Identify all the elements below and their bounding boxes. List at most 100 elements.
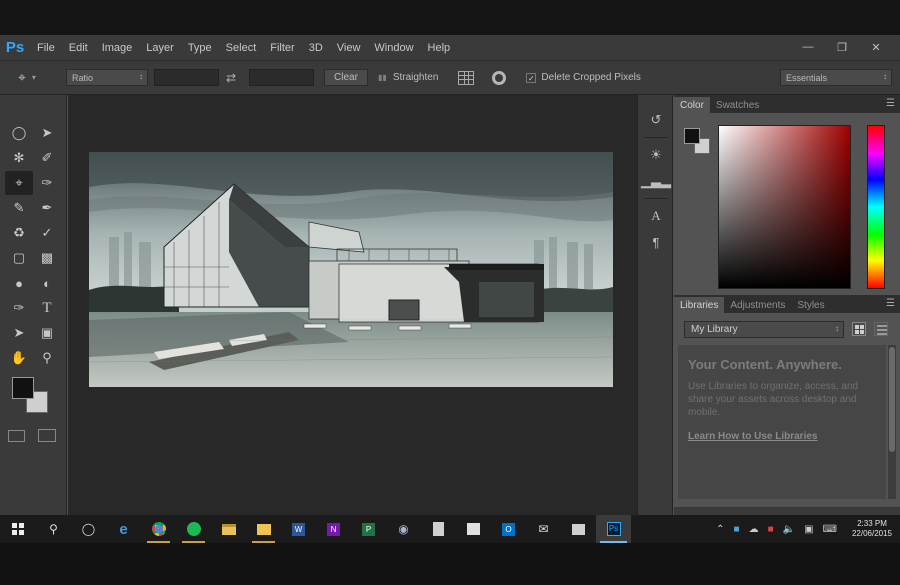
scroll-thumb[interactable] bbox=[889, 347, 895, 452]
height-field[interactable] bbox=[249, 69, 314, 86]
crop-tool-preset[interactable]: ⌖ ▾ bbox=[18, 68, 60, 88]
gear-icon[interactable] bbox=[492, 70, 507, 85]
menu-help[interactable]: Help bbox=[421, 42, 458, 54]
menu-file[interactable]: File bbox=[30, 42, 62, 54]
mail-icon[interactable]: ✉ bbox=[526, 515, 561, 543]
word-icon[interactable]: W bbox=[281, 515, 316, 543]
move-icon[interactable]: ➤ bbox=[33, 121, 61, 145]
document-canvas-area[interactable] bbox=[68, 95, 637, 515]
crop-icon[interactable]: ⌖ bbox=[5, 171, 33, 195]
app-tray-icon[interactable]: ■ bbox=[768, 524, 774, 535]
overlay-grid-icon[interactable] bbox=[458, 70, 475, 85]
menu-3d[interactable]: 3D bbox=[302, 42, 330, 54]
clock[interactable]: 2:33 PM 22/06/2015 bbox=[852, 519, 892, 539]
hand-icon[interactable]: ✋ bbox=[5, 346, 33, 370]
menu-window[interactable]: Window bbox=[367, 42, 420, 54]
edge-icon[interactable]: e bbox=[106, 515, 141, 543]
architectural-rendering-image[interactable] bbox=[89, 152, 613, 387]
delete-cropped-checkbox[interactable]: ✓ bbox=[526, 72, 537, 83]
minimize-icon[interactable]: — bbox=[794, 38, 822, 56]
tab-styles[interactable]: Styles bbox=[791, 297, 830, 313]
keyboard-icon[interactable]: ⌨ bbox=[823, 524, 837, 535]
character-icon[interactable]: A bbox=[638, 203, 674, 229]
menu-view[interactable]: View bbox=[330, 42, 368, 54]
swap-icon[interactable]: ⇄ bbox=[219, 71, 243, 85]
clone-stamp-icon[interactable]: ♻ bbox=[5, 221, 33, 245]
history-brush-icon[interactable]: ✓ bbox=[33, 221, 61, 245]
menu-edit[interactable]: Edit bbox=[62, 42, 95, 54]
app-icon[interactable] bbox=[561, 515, 596, 543]
dodge-icon[interactable]: ◐ bbox=[33, 271, 61, 295]
quick-selection-icon[interactable]: ✐ bbox=[33, 146, 61, 170]
spotify-icon[interactable] bbox=[176, 515, 211, 543]
marquee-icon[interactable]: ◯ bbox=[5, 121, 33, 145]
tab-libraries[interactable]: Libraries bbox=[674, 297, 725, 313]
histogram-icon[interactable]: ▁▃▂ bbox=[638, 168, 674, 194]
clock-date: 22/06/2015 bbox=[851, 529, 892, 538]
onenote-icon[interactable]: N bbox=[316, 515, 351, 543]
foreground-color-swatch[interactable] bbox=[12, 377, 34, 399]
grid-view-icon[interactable] bbox=[852, 322, 866, 336]
path-selection-icon[interactable]: ➤ bbox=[5, 321, 33, 345]
panel-menu-icon[interactable]: ☰ bbox=[886, 298, 895, 309]
lasso-icon[interactable]: ✻ bbox=[5, 146, 33, 170]
history-icon[interactable]: ↺ bbox=[638, 107, 674, 133]
straighten-label[interactable]: Straighten bbox=[393, 72, 439, 83]
dropbox-icon[interactable]: ■ bbox=[734, 524, 740, 535]
rectangle-shape-icon[interactable]: ▣ bbox=[33, 321, 61, 345]
file-explorer-icon[interactable] bbox=[211, 515, 246, 543]
eyedropper-icon[interactable]: ✑ bbox=[33, 171, 61, 195]
type-icon[interactable]: T bbox=[33, 296, 61, 320]
ratio-select[interactable]: Ratio ↕ bbox=[66, 69, 148, 86]
menu-filter[interactable]: Filter bbox=[263, 42, 301, 54]
pen-icon[interactable]: ✑ bbox=[5, 296, 33, 320]
store-icon[interactable] bbox=[456, 515, 491, 543]
panel-menu-icon[interactable]: ☰ bbox=[886, 98, 895, 109]
screen-mode-icon[interactable] bbox=[38, 429, 56, 442]
tab-adjustments[interactable]: Adjustments bbox=[724, 297, 791, 313]
outlook-icon[interactable]: O bbox=[491, 515, 526, 543]
gradient-icon[interactable]: ▩ bbox=[33, 246, 61, 270]
tab-swatches[interactable]: Swatches bbox=[710, 97, 765, 113]
folder-icon[interactable] bbox=[246, 515, 281, 543]
blur-icon[interactable]: ● bbox=[5, 271, 33, 295]
paint-icon[interactable]: ◉ bbox=[386, 515, 421, 543]
tab-color[interactable]: Color bbox=[674, 97, 710, 113]
search-icon[interactable]: ⚲ bbox=[36, 515, 71, 543]
paragraph-icon[interactable]: ¶ bbox=[638, 229, 674, 255]
eraser-icon[interactable]: ▢ bbox=[5, 246, 33, 270]
panel-foreground-swatch[interactable] bbox=[684, 128, 700, 144]
libraries-scrollbar[interactable] bbox=[888, 345, 896, 499]
volume-icon[interactable]: 🔈 bbox=[783, 524, 795, 535]
onedrive-icon[interactable]: ☁ bbox=[749, 524, 759, 535]
menu-layer[interactable]: Layer bbox=[139, 42, 181, 54]
chrome-icon[interactable] bbox=[141, 515, 176, 543]
menu-image[interactable]: Image bbox=[95, 42, 140, 54]
photoshop-icon[interactable]: Ps bbox=[596, 515, 631, 543]
brush-icon[interactable]: ✒ bbox=[33, 196, 61, 220]
healing-brush-icon[interactable]: ✎ bbox=[5, 196, 33, 220]
chevron-up-icon[interactable]: ⌃ bbox=[716, 524, 724, 535]
width-field[interactable] bbox=[154, 69, 219, 86]
calculator-icon[interactable] bbox=[421, 515, 456, 543]
task-view-icon[interactable]: ◯ bbox=[71, 515, 106, 543]
workspace-select[interactable]: Essentials ↕ bbox=[780, 69, 892, 86]
straighten-icon[interactable]: ▮▮ bbox=[378, 73, 387, 82]
zoom-icon[interactable]: ⚲ bbox=[33, 346, 61, 370]
project-icon[interactable]: P bbox=[351, 515, 386, 543]
menu-select[interactable]: Select bbox=[219, 42, 264, 54]
clear-button[interactable]: Clear bbox=[324, 69, 368, 86]
list-view-icon[interactable] bbox=[874, 322, 888, 336]
learn-libraries-link[interactable]: Learn How to Use Libraries bbox=[688, 431, 876, 442]
start-button[interactable] bbox=[0, 515, 36, 543]
restore-icon[interactable]: ❐ bbox=[828, 38, 856, 56]
menu-type[interactable]: Type bbox=[181, 42, 219, 54]
library-select[interactable]: My Library ↕ bbox=[684, 321, 844, 338]
hue-slider[interactable] bbox=[867, 125, 885, 289]
color-spectrum[interactable] bbox=[718, 125, 851, 289]
quick-mask-icon[interactable] bbox=[8, 430, 25, 442]
windows-taskbar: ⚲ ◯ e W N P ◉ O ✉ Ps ⌃ ■ ☁ ■ 🔈 ▣ ⌨ 2:33 … bbox=[0, 515, 900, 543]
close-icon[interactable]: ✕ bbox=[862, 38, 890, 56]
network-icon[interactable]: ▣ bbox=[804, 524, 813, 535]
sun-adjustments-icon[interactable]: ☀ bbox=[638, 142, 674, 168]
